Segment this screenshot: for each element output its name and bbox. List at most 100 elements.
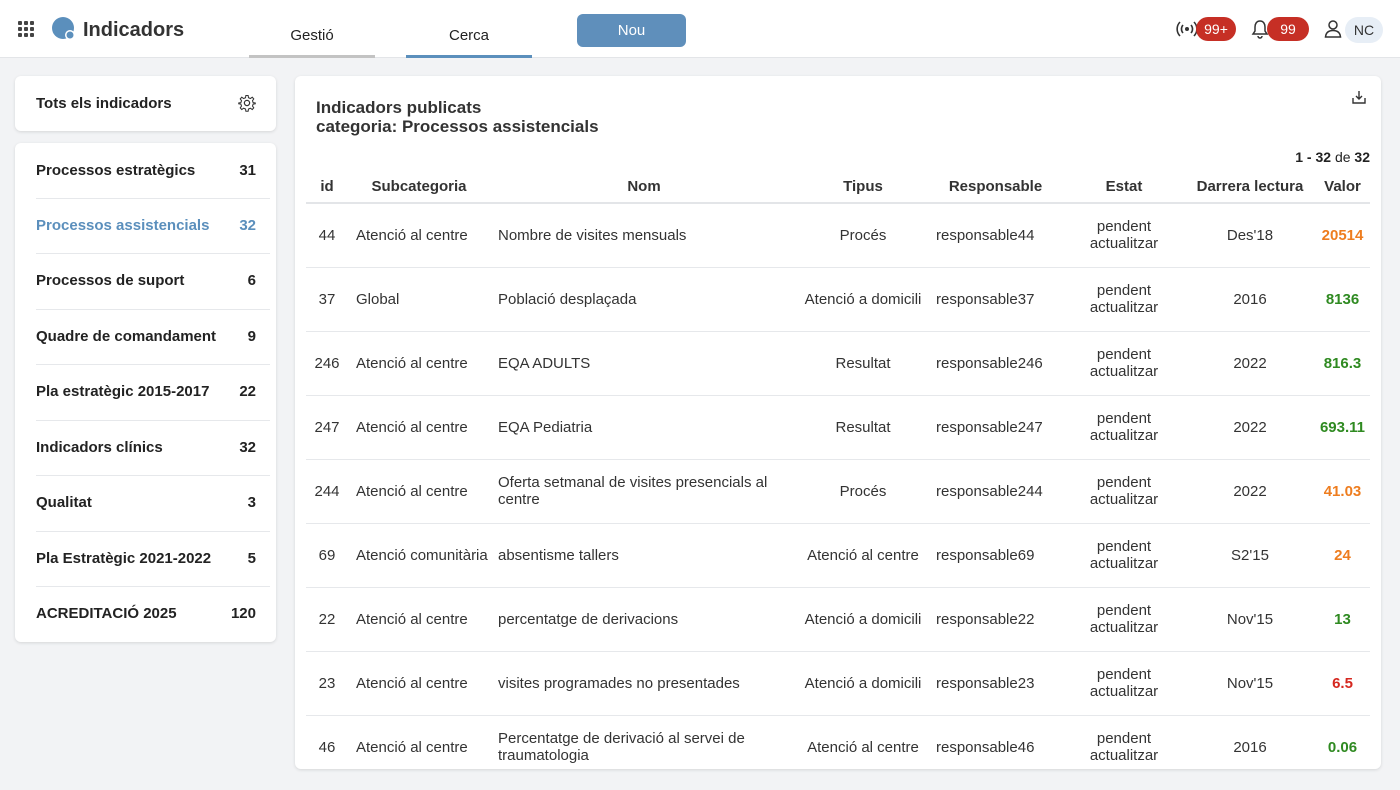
cell-estat-text: pendent actualitzar: [1089, 346, 1159, 380]
table-row[interactable]: 69 Atenció comunitària absentisme tallers A…: [306, 523, 1370, 588]
cell-darrera-lectura-text: Nov'15: [1226, 610, 1274, 628]
cell-id-text: 23: [318, 674, 336, 692]
cell-nom-text: Percentatge de derivació al servei de tr…: [498, 730, 745, 764]
cell-responsable-text: responsable23: [936, 674, 1035, 692]
new-button[interactable]: Nou: [577, 14, 686, 47]
column-header-tipus[interactable]: Tipus: [798, 171, 928, 204]
category-subtitle: categoria: Processos assistencials: [316, 117, 599, 136]
tab-gestio[interactable]: Gestió: [249, 14, 375, 58]
gear-icon[interactable]: [238, 94, 256, 112]
column-header-id[interactable]: id: [306, 171, 348, 204]
column-header-estat[interactable]: Estat: [1063, 171, 1185, 204]
cell-tipus-text: Atenció a domicili: [804, 674, 922, 692]
cell-tipus: Resultat: [798, 331, 928, 396]
column-header-responsable[interactable]: Responsable: [928, 171, 1063, 204]
cell-darrera-lectura: S2'15: [1185, 523, 1315, 588]
category-count: 22: [239, 383, 256, 400]
cell-estat-text: pendent actualitzar: [1089, 730, 1159, 764]
table-row[interactable]: 22 Atenció al centre percentatge de deriva…: [306, 587, 1370, 652]
category-count: 3: [247, 494, 256, 511]
cell-valor: 13: [1315, 587, 1370, 652]
cell-valor: 0.06: [1315, 715, 1370, 769]
table-row[interactable]: 46 Atenció al centre Percentatge de deriva…: [306, 715, 1370, 769]
cell-subcategoria-text: Atenció al centre: [356, 418, 468, 436]
category-label: Processos de suport: [36, 272, 185, 289]
table-row[interactable]: 244 Atenció al centre Oferta setmanal de v…: [306, 459, 1370, 524]
category-count: 120: [230, 605, 256, 622]
cell-estat: pendent actualitzar: [1063, 267, 1185, 332]
cell-valor-text: 8136: [1325, 290, 1360, 308]
app-title: Indicadors: [83, 19, 185, 41]
table-row[interactable]: 23 Atenció al centre visites programades n…: [306, 651, 1370, 716]
notifications-badge[interactable]: 99: [1267, 17, 1309, 41]
category-item-pla-estrategic-2015-2017[interactable]: Pla estratègic 2015-2017 22: [36, 364, 256, 419]
cell-estat: pendent actualitzar: [1063, 715, 1185, 769]
download-icon[interactable]: [1351, 89, 1367, 105]
cell-responsable: responsable23: [928, 651, 1063, 716]
cell-subcategoria: Global: [348, 267, 490, 332]
signal-count-badge[interactable]: 99+: [1196, 17, 1236, 41]
category-label: Qualitat: [36, 494, 92, 511]
cell-valor: 816.3: [1315, 331, 1370, 396]
cell-subcategoria-text: Atenció al centre: [356, 482, 468, 500]
cell-responsable-text: responsable37: [936, 290, 1035, 308]
category-item-processos-estrategics[interactable]: Processos estratègics 31: [36, 143, 256, 198]
app-logo-icon: [52, 17, 75, 40]
cell-darrera-lectura-text: Nov'15: [1226, 674, 1274, 692]
cell-darrera-lectura: 2022: [1185, 459, 1315, 524]
user-avatar[interactable]: NC: [1345, 17, 1383, 43]
cell-nom: Percentatge de derivació al servei de tr…: [490, 715, 798, 769]
category-count: 31: [239, 162, 256, 179]
cell-valor-text: 20514: [1321, 226, 1364, 244]
cell-estat-text: pendent actualitzar: [1089, 602, 1159, 636]
cell-id-text: 244: [314, 482, 340, 500]
cell-tipus: Atenció a domicili: [798, 587, 928, 652]
cell-subcategoria: Atenció al centre: [348, 587, 490, 652]
cell-valor: 693.11: [1315, 395, 1370, 460]
cell-subcategoria-text: Atenció al centre: [356, 226, 468, 244]
apps-grid-icon[interactable]: [18, 21, 34, 37]
cell-estat-text: pendent actualitzar: [1089, 538, 1159, 572]
category-count: 9: [247, 328, 256, 345]
category-count: 6: [247, 272, 256, 289]
cell-valor-text: 13: [1334, 610, 1351, 628]
cell-subcategoria: Atenció al centre: [348, 715, 490, 769]
category-item-qualitat[interactable]: Qualitat 3: [36, 475, 256, 530]
category-item-quadre-de-comandament[interactable]: Quadre de comandament 9: [36, 309, 256, 364]
category-item-pla-estrategic-2021-2022[interactable]: Pla Estratègic 2021-2022 5: [36, 531, 256, 586]
cell-nom: Nombre de visites mensuals: [490, 203, 798, 268]
table-row[interactable]: 246 Atenció al centre EQA ADULTS Resultat re…: [306, 331, 1370, 396]
cell-estat-text: pendent actualitzar: [1089, 666, 1159, 700]
cell-id: 44: [306, 203, 348, 268]
cell-estat: pendent actualitzar: [1063, 395, 1185, 460]
cell-valor: 41.03: [1315, 459, 1370, 524]
cell-subcategoria: Atenció comunitària: [348, 523, 490, 588]
column-header-valor[interactable]: Valor: [1315, 171, 1370, 204]
table-row[interactable]: 44 Atenció al centre Nombre de visites men…: [306, 203, 1370, 268]
tab-cerca[interactable]: Cerca: [406, 14, 532, 58]
all-indicators-link[interactable]: Tots els indicadors: [36, 95, 172, 112]
cell-tipus-text: Atenció a domicili: [804, 290, 922, 308]
table-row[interactable]: 37 Global Població desplaçada Atenció a dom…: [306, 267, 1370, 332]
column-header-subcategoria[interactable]: Subcategoria: [348, 171, 490, 204]
category-list: Processos estratègics 31 Processos assis…: [15, 143, 276, 642]
category-item-processos-de-suport[interactable]: Processos de suport 6: [36, 253, 256, 308]
column-header-nom[interactable]: Nom: [490, 171, 798, 204]
category-label: Pla Estratègic 2021-2022: [36, 550, 212, 567]
page-title: Indicadors publicats categoria: Processo…: [316, 98, 599, 136]
cell-subcategoria-text: Atenció al centre: [356, 738, 468, 756]
cell-id: 22: [306, 587, 348, 652]
pagination-total: 32: [1354, 149, 1370, 165]
cell-darrera-lectura-text: 2016: [1233, 738, 1267, 756]
cell-darrera-lectura: 2022: [1185, 395, 1315, 460]
category-item-acreditacio-2025[interactable]: ACREDITACIÓ 2025 120: [36, 586, 256, 641]
user-icon[interactable]: [1323, 19, 1343, 39]
category-item-indicadors-clinics[interactable]: Indicadors clínics 32: [36, 420, 256, 475]
category-item-processos-assistencials[interactable]: Processos assistencials 32: [36, 198, 256, 253]
cell-responsable: responsable244: [928, 459, 1063, 524]
cell-tipus-text: Resultat: [835, 354, 891, 372]
cell-estat-text: pendent actualitzar: [1089, 218, 1159, 253]
cell-id-text: 247: [314, 418, 340, 436]
column-header-darrera-lectura[interactable]: Darrera lectura: [1185, 171, 1315, 204]
table-row[interactable]: 247 Atenció al centre EQA Pediatria Resulta…: [306, 395, 1370, 460]
